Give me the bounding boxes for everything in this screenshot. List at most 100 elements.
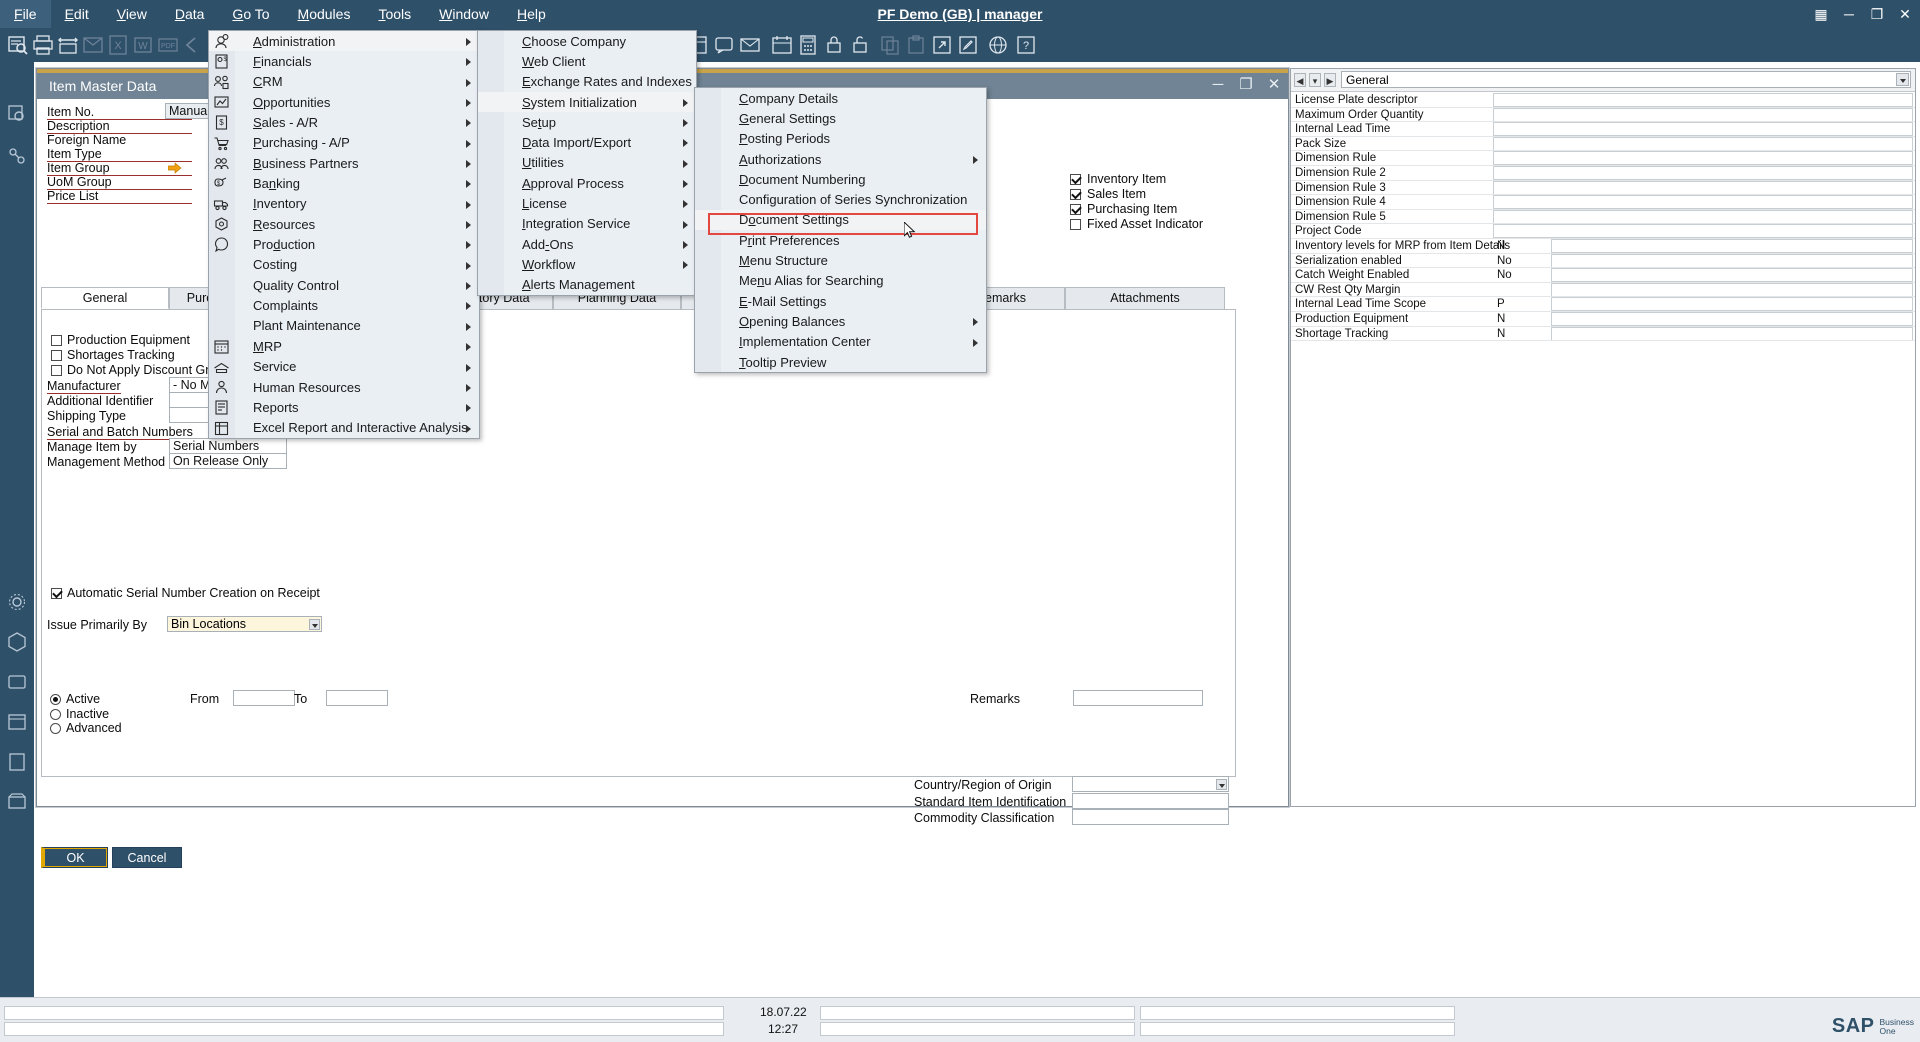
property-input[interactable] bbox=[1551, 268, 1913, 282]
notes-icon[interactable] bbox=[712, 33, 736, 57]
menu-item-workflow[interactable]: Workflow bbox=[478, 254, 696, 274]
property-input[interactable] bbox=[1493, 166, 1913, 180]
menu-item-financials[interactable]: $Financials bbox=[209, 51, 479, 71]
standard-item-identification-input[interactable] bbox=[1072, 793, 1229, 809]
calculator-icon[interactable] bbox=[796, 33, 820, 57]
window-close-icon[interactable]: ✕ bbox=[1266, 75, 1282, 93]
properties-view-select[interactable]: General bbox=[1341, 71, 1911, 88]
rail-settings-icon[interactable] bbox=[5, 590, 29, 614]
print-preview-icon[interactable] bbox=[56, 33, 80, 57]
property-input[interactable] bbox=[1493, 195, 1913, 209]
menu-item-sales-a-r[interactable]: $Sales - A/R bbox=[209, 112, 479, 132]
property-input[interactable] bbox=[1551, 254, 1913, 268]
country-region-of-origin-select[interactable] bbox=[1072, 776, 1229, 792]
menu-item-quality-control[interactable]: Quality Control bbox=[209, 275, 479, 295]
menu-item-business-partners[interactable]: Business Partners bbox=[209, 153, 479, 173]
menu-item-complaints[interactable]: Complaints bbox=[209, 295, 479, 315]
window-minimize-icon[interactable]: ─ bbox=[1210, 76, 1226, 93]
menu-item-configuration-of-series-synchronization[interactable]: Configuration of Series Synchronization bbox=[695, 189, 986, 209]
menu-item-company-details[interactable]: Company Details bbox=[695, 88, 986, 108]
menu-item-crm[interactable]: CRM bbox=[209, 72, 479, 92]
rail-search-icon[interactable] bbox=[5, 102, 29, 126]
find-record-icon[interactable] bbox=[6, 33, 30, 57]
property-input[interactable] bbox=[1551, 239, 1913, 253]
menu-item-setup[interactable]: Setup bbox=[478, 112, 696, 132]
launch-icon[interactable] bbox=[930, 33, 954, 57]
menu-item-e-mail-settings[interactable]: E-Mail Settings bbox=[695, 291, 986, 311]
tab-attachments[interactable]: Attachments bbox=[1065, 287, 1225, 309]
edit-note-icon[interactable] bbox=[956, 33, 980, 57]
checkbox-fixed-asset-indicator[interactable] bbox=[1070, 219, 1081, 230]
menu-view[interactable]: View bbox=[103, 0, 161, 28]
property-input[interactable] bbox=[1493, 108, 1913, 122]
menu-item-print-preferences[interactable]: Print Preferences bbox=[695, 230, 986, 250]
prev-record-icon[interactable]: ◀ bbox=[1294, 73, 1306, 87]
property-input[interactable] bbox=[1493, 210, 1913, 224]
property-input[interactable] bbox=[1551, 283, 1913, 297]
unlock-icon[interactable] bbox=[848, 33, 872, 57]
menu-item-opening-balances[interactable]: Opening Balances bbox=[695, 311, 986, 331]
menu-item-authorizations[interactable]: Authorizations bbox=[695, 149, 986, 169]
help-icon[interactable]: ? bbox=[1014, 33, 1038, 57]
tab-general[interactable]: General bbox=[41, 287, 169, 309]
issue-primarily-by-select[interactable]: Bin Locations bbox=[167, 616, 322, 632]
ok-button[interactable]: OK bbox=[41, 847, 108, 868]
menu-item-service[interactable]: Service bbox=[209, 357, 479, 377]
menu-item-reports[interactable]: Reports bbox=[209, 397, 479, 417]
menu-item-system-initialization[interactable]: System Initialization bbox=[478, 92, 696, 112]
menu-item-data-import-export[interactable]: Data Import/Export bbox=[478, 132, 696, 152]
menu-item-alerts-management[interactable]: Alerts Management bbox=[478, 275, 696, 295]
menu-item-banking[interactable]: $Banking bbox=[209, 173, 479, 193]
next-record-icon[interactable]: ▶ bbox=[1324, 73, 1336, 87]
property-input[interactable] bbox=[1493, 122, 1913, 136]
property-input[interactable] bbox=[1493, 93, 1913, 107]
menu-edit[interactable]: Edit bbox=[51, 0, 103, 28]
menu-tools[interactable]: Tools bbox=[364, 0, 425, 28]
property-input[interactable] bbox=[1551, 312, 1913, 326]
menu-item-plant-maintenance[interactable]: Plant Maintenance bbox=[209, 316, 479, 336]
checkbox-automatic-serial-number-creation[interactable] bbox=[51, 588, 62, 599]
radio-advanced[interactable] bbox=[50, 723, 61, 734]
restore-icon[interactable]: ❐ bbox=[1868, 6, 1886, 23]
menu-item-posting-periods[interactable]: Posting Periods bbox=[695, 129, 986, 149]
rail-layers-icon[interactable] bbox=[5, 670, 29, 694]
menu-item-inventory[interactable]: Inventory bbox=[209, 194, 479, 214]
property-input[interactable] bbox=[1551, 297, 1913, 311]
chevron-down-icon[interactable] bbox=[309, 619, 320, 630]
menu-item-implementation-center[interactable]: Implementation Center bbox=[695, 332, 986, 352]
menu-help[interactable]: Help bbox=[503, 0, 560, 28]
calendar-icon[interactable] bbox=[770, 33, 794, 57]
remarks-input[interactable] bbox=[1073, 690, 1203, 706]
menu-item-web-client[interactable]: Web Client bbox=[478, 51, 696, 71]
chevron-down-icon[interactable] bbox=[1896, 73, 1909, 86]
menu-item-approval-process[interactable]: Approval Process bbox=[478, 173, 696, 193]
grid-icon[interactable]: ▦ bbox=[1812, 6, 1830, 23]
menu-modules[interactable]: Modules bbox=[284, 0, 365, 28]
menu-item-license[interactable]: License bbox=[478, 193, 696, 213]
checkbox-do-not-apply-discount-groups[interactable] bbox=[51, 365, 62, 376]
checkbox-purchasing-item[interactable] bbox=[1070, 204, 1081, 215]
menu-item-mrp[interactable]: MRP bbox=[209, 336, 479, 356]
menu-item-purchasing-a-p[interactable]: Purchasing - A/P bbox=[209, 133, 479, 153]
menu-data[interactable]: Data bbox=[161, 0, 219, 28]
menu-item-integration-service[interactable]: Integration Service bbox=[478, 214, 696, 234]
rail-box-icon[interactable] bbox=[5, 710, 29, 734]
rail-cube-icon[interactable] bbox=[5, 630, 29, 654]
radio-inactive[interactable] bbox=[50, 709, 61, 720]
menu-item-production[interactable]: Production bbox=[209, 234, 479, 254]
checkbox-production-equipment[interactable] bbox=[51, 335, 62, 346]
menu-item-excel-report-and-interactive-analysis[interactable]: Excel Report and Interactive Analysis bbox=[209, 418, 479, 438]
menu-item-menu-alias-for-searching[interactable]: Menu Alias for Searching bbox=[695, 271, 986, 291]
dropdown-toggle-icon[interactable]: ▾ bbox=[1309, 73, 1321, 87]
close-icon[interactable]: ✕ bbox=[1896, 6, 1914, 23]
globe-icon[interactable] bbox=[986, 33, 1010, 57]
menu-item-general-settings[interactable]: General Settings bbox=[695, 108, 986, 128]
menu-item-human-resources[interactable]: Human Resources bbox=[209, 377, 479, 397]
valid-to-input[interactable] bbox=[326, 690, 388, 706]
window-restore-icon[interactable]: ❐ bbox=[1238, 75, 1254, 93]
item-group-link-arrow-icon[interactable] bbox=[168, 162, 182, 174]
menu-file[interactable]: File bbox=[0, 0, 51, 28]
property-input[interactable] bbox=[1493, 137, 1913, 151]
menu-item-tooltip-preview[interactable]: Tooltip Preview bbox=[695, 352, 986, 372]
property-input[interactable] bbox=[1493, 224, 1913, 238]
